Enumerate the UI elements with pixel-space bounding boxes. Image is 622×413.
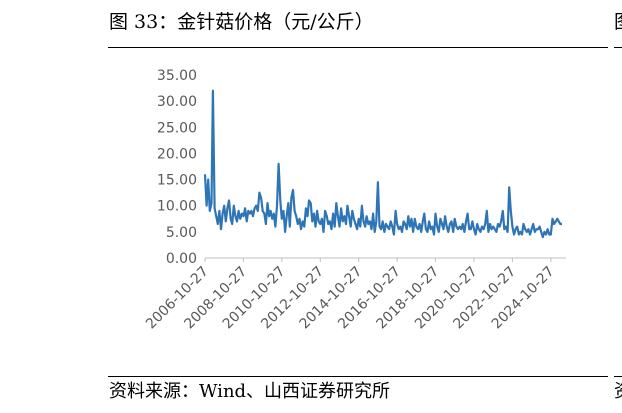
y-tick-label: 25.00	[157, 120, 197, 136]
price-series-line	[203, 89, 562, 239]
y-tick-label: 5.00	[166, 225, 197, 241]
next-figure-source-fragment: 资	[614, 379, 622, 405]
y-tick-label: 15.00	[157, 173, 197, 189]
next-figure-title-fragment: 图	[614, 8, 622, 36]
price-line-chart: 0.00 5.00 10.00 15.00 20.00 25.00 30.00 35.00 2…	[143, 68, 566, 332]
source-divider	[108, 376, 608, 377]
y-tick-label: 10.00	[157, 199, 197, 215]
source-note: 资料来源：Wind、山西证券研究所	[109, 381, 391, 402]
next-figure-source-divider	[614, 376, 622, 377]
series-layer	[203, 89, 562, 239]
x-axis: 2006-10-272008-10-272010-10-272012-10-27…	[143, 257, 566, 332]
next-figure-title-divider	[614, 47, 622, 48]
title-divider	[108, 47, 608, 48]
y-tick-label: 30.00	[157, 94, 197, 110]
figure-title: 图 33：金针菇价格（元/公斤）	[109, 11, 374, 33]
y-axis: 0.00 5.00 10.00 15.00 20.00 25.00 30.00 35.00	[157, 68, 197, 267]
y-tick-label: 35.00	[157, 68, 197, 84]
chart-area: 0.00 5.00 10.00 15.00 20.00 25.00 30.00 35.00 2…	[108, 50, 608, 379]
y-tick-label: 0.00	[166, 251, 197, 267]
y-tick-label: 20.00	[157, 146, 197, 162]
